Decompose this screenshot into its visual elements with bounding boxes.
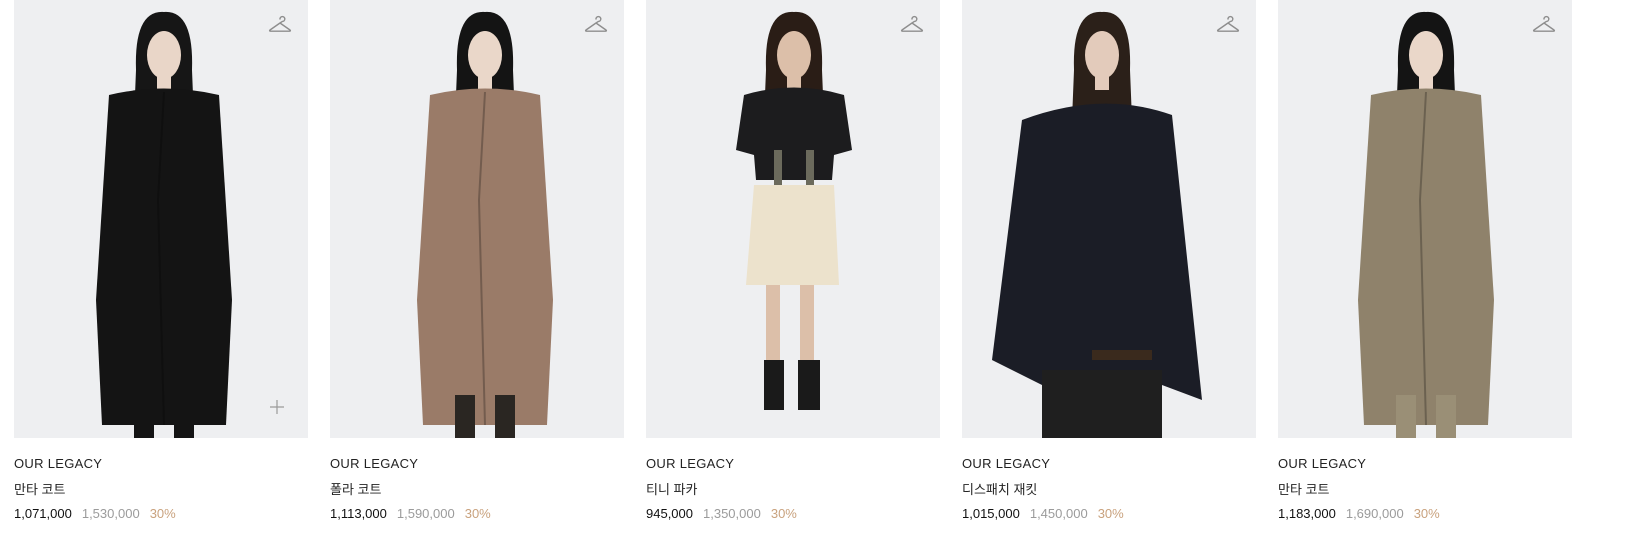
product-brand[interactable]: OUR LEGACY [646, 456, 940, 471]
product-image[interactable] [1278, 0, 1572, 438]
product-image[interactable] [646, 0, 940, 438]
discount-badge: 30% [149, 506, 176, 521]
product-brand[interactable]: OUR LEGACY [14, 456, 308, 471]
price-row: 1,015,000 1,450,000 30% [962, 506, 1256, 521]
hanger-icon[interactable] [584, 14, 608, 36]
product-image[interactable] [330, 0, 624, 438]
discount-badge: 30% [1097, 506, 1124, 521]
discount-badge: 30% [464, 506, 491, 521]
product-brand[interactable]: OUR LEGACY [330, 456, 624, 471]
price-row: 1,183,000 1,690,000 30% [1278, 506, 1572, 521]
sale-price: 945,000 [646, 506, 693, 521]
product-name[interactable]: 티니 파카 [646, 479, 940, 498]
model-photo [96, 11, 232, 438]
price-row: 1,071,000 1,530,000 30% [14, 506, 308, 521]
hanger-icon[interactable] [268, 14, 292, 36]
model-photo [736, 11, 852, 410]
product-card[interactable]: OUR LEGACY 디스패치 재킷 1,015,000 1,450,000 30% [962, 0, 1256, 521]
model-photo [417, 11, 553, 438]
original-price: 1,350,000 [703, 506, 761, 521]
product-image[interactable] [14, 0, 308, 438]
product-card[interactable]: OUR LEGACY 만타 코트 1,071,000 1,530,000 30% [14, 0, 308, 521]
product-name[interactable]: 폴라 코트 [330, 479, 624, 498]
product-image[interactable] [962, 0, 1256, 438]
hanger-icon[interactable] [900, 14, 924, 36]
product-name[interactable]: 디스패치 재킷 [962, 479, 1256, 498]
hanger-icon[interactable] [1216, 14, 1240, 36]
discount-badge: 30% [770, 506, 797, 521]
product-name[interactable]: 만타 코트 [14, 479, 308, 498]
price-row: 1,113,000 1,590,000 30% [330, 506, 624, 521]
sale-price: 1,015,000 [962, 506, 1020, 521]
product-name[interactable]: 만타 코트 [1278, 479, 1572, 498]
original-price: 1,690,000 [1345, 506, 1404, 521]
model-photo [1358, 11, 1494, 438]
product-card[interactable]: OUR LEGACY 폴라 코트 1,113,000 1,590,000 30% [330, 0, 624, 521]
model-photo [992, 11, 1202, 438]
original-price: 1,530,000 [81, 506, 140, 521]
product-brand[interactable]: OUR LEGACY [1278, 456, 1572, 471]
original-price: 1,590,000 [396, 506, 455, 521]
discount-badge: 30% [1413, 506, 1440, 521]
plus-icon[interactable] [270, 400, 284, 414]
original-price: 1,450,000 [1029, 506, 1088, 521]
product-brand[interactable]: OUR LEGACY [962, 456, 1256, 471]
product-grid: OUR LEGACY 만타 코트 1,071,000 1,530,000 30% OUR … [14, 0, 1572, 521]
hanger-icon[interactable] [1532, 14, 1556, 36]
price-row: 945,000 1,350,000 30% [646, 506, 940, 521]
product-card[interactable]: OUR LEGACY 만타 코트 1,183,000 1,690,000 30% [1278, 0, 1572, 521]
product-card[interactable]: OUR LEGACY 티니 파카 945,000 1,350,000 30% [646, 0, 940, 521]
sale-price: 1,071,000 [14, 506, 72, 521]
sale-price: 1,113,000 [330, 506, 387, 521]
sale-price: 1,183,000 [1278, 506, 1336, 521]
